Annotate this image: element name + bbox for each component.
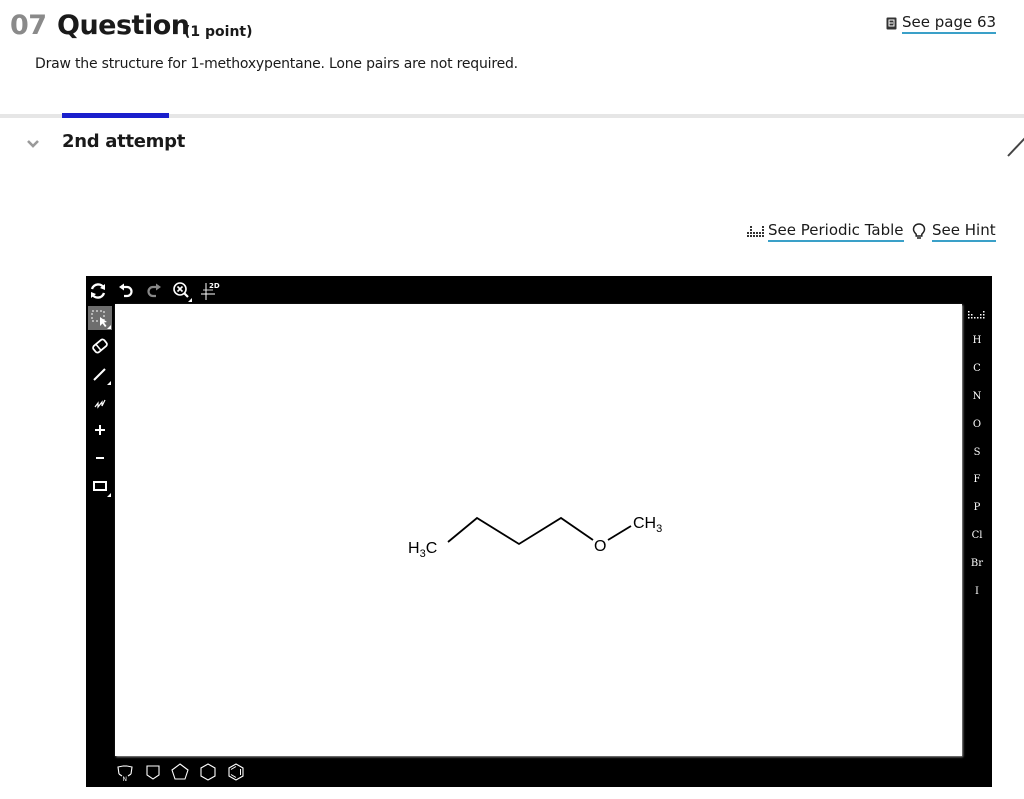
svg-text:N: N — [123, 776, 128, 782]
see-periodic-table-link[interactable]: See Periodic Table — [747, 221, 904, 242]
lightbulb-icon — [912, 223, 926, 240]
element-p[interactable]: P — [962, 502, 992, 513]
see-page-label[interactable]: See page 63 — [902, 13, 997, 34]
ebook-icon — [886, 17, 897, 30]
element-n[interactable]: N — [962, 391, 992, 402]
see-page-link[interactable]: See page 63 — [886, 13, 997, 34]
benzene-icon[interactable] — [226, 762, 246, 782]
question-points: (1 point) — [184, 24, 253, 40]
element-f[interactable]: F — [962, 474, 992, 485]
element-br[interactable]: Br — [962, 558, 992, 569]
o-methyl-bond — [607, 525, 632, 541]
bond-icon[interactable] — [88, 362, 112, 386]
active-attempt-indicator — [62, 113, 169, 118]
pencil-icon[interactable] — [1005, 134, 1024, 160]
refresh-icon[interactable] — [88, 281, 108, 301]
question-title: Question — [57, 10, 190, 41]
drawing-canvas[interactable]: H3C O CH3 — [115, 304, 962, 756]
carbon-chain-bonds — [447, 516, 594, 546]
undo-icon[interactable] — [116, 281, 136, 301]
element-c[interactable]: C — [962, 363, 992, 374]
cyclopentane-alt-icon[interactable] — [143, 762, 163, 782]
cyclopentane-icon[interactable] — [170, 762, 190, 782]
zoom-clear-icon[interactable] — [172, 281, 192, 302]
ch3-label: CH3 — [633, 515, 662, 535]
oxygen-label: O — [594, 538, 606, 555]
redo-icon[interactable] — [144, 281, 164, 301]
cyclohexane-icon[interactable] — [198, 762, 218, 782]
select-icon[interactable] — [88, 306, 112, 330]
element-h[interactable]: H — [962, 335, 992, 346]
see-hint-link[interactable]: See Hint — [912, 221, 996, 242]
question-number: 07 — [10, 10, 47, 41]
rectangle-icon[interactable] — [88, 474, 112, 498]
svg-text:2D: 2D — [209, 282, 220, 290]
chain-icon[interactable] — [88, 390, 112, 414]
see-hint-label[interactable]: See Hint — [932, 221, 996, 242]
minus-icon[interactable] — [88, 446, 112, 470]
attempt-label[interactable]: 2nd attempt — [62, 131, 185, 152]
pyrrole-icon[interactable]: N — [115, 762, 135, 782]
periodic-table-icon — [747, 225, 764, 238]
structure-editor: 2D H3C O CH3 H C N O S F P Cl Br I N — [86, 276, 992, 787]
element-i[interactable]: I — [962, 586, 992, 597]
h3c-label: H3C — [408, 540, 437, 560]
question-prompt: Draw the structure for 1-methoxypentane.… — [35, 56, 518, 72]
element-s[interactable]: S — [962, 447, 992, 458]
element-o[interactable]: O — [962, 419, 992, 430]
element-cl[interactable]: Cl — [962, 530, 992, 541]
plus-icon[interactable] — [88, 418, 112, 442]
eraser-icon[interactable] — [88, 334, 112, 358]
chevron-down-icon[interactable] — [24, 135, 42, 153]
clean-2d-icon[interactable]: 2D — [201, 281, 221, 301]
periodic-table-icon[interactable] — [962, 310, 992, 320]
molecule-structure: H3C O CH3 — [408, 515, 662, 560]
see-periodic-table-label[interactable]: See Periodic Table — [768, 221, 904, 242]
